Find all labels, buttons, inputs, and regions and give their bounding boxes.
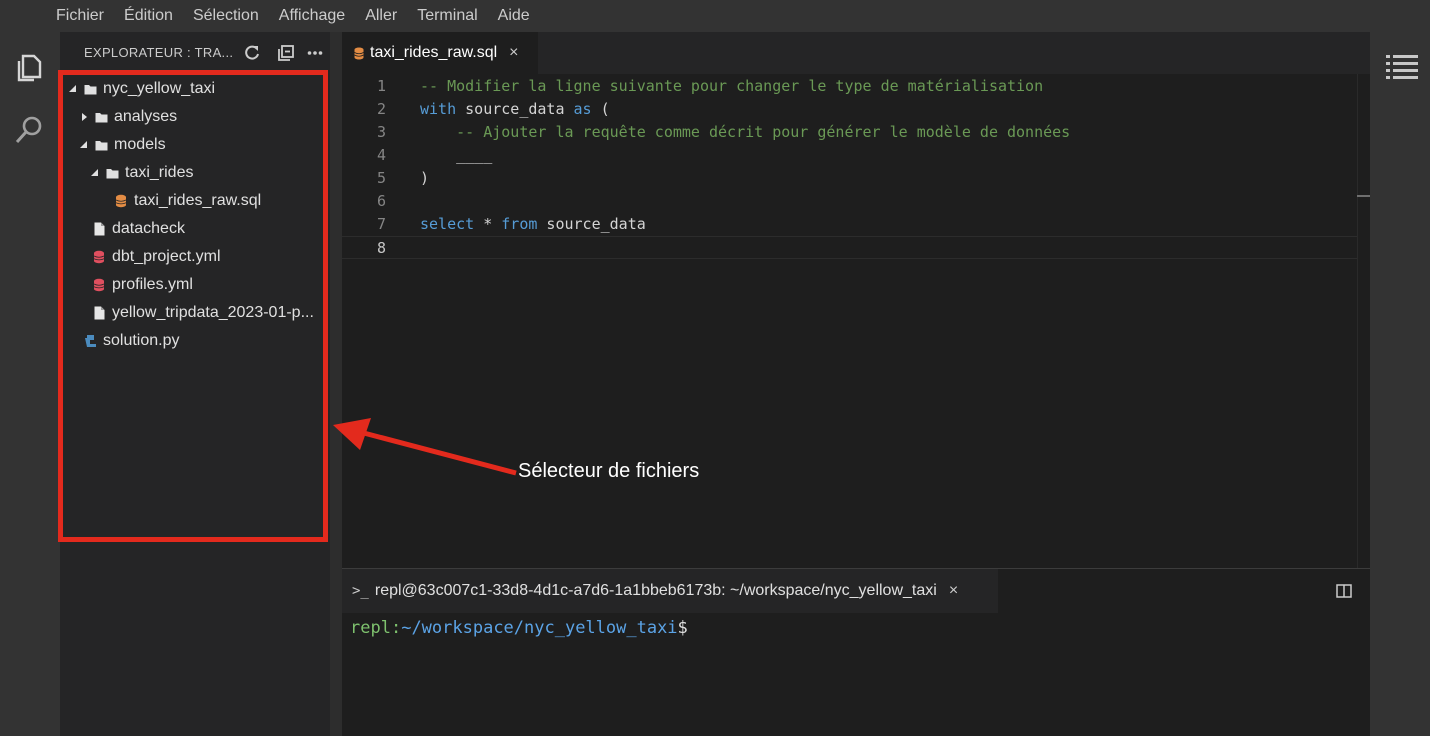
code-line[interactable]: 7 select * from source_data [342, 213, 1357, 236]
tab-label: taxi_rides_raw.sql [370, 44, 498, 61]
database-icon [354, 47, 364, 59]
editor-group: taxi_rides_raw.sql × 1 -- Modifier la lig… [342, 32, 1370, 568]
terminal-tab[interactable]: >_ repl@63c007c1-33d8-4d1c-a7d6-1a1bbeb6… [342, 569, 998, 613]
file-picker-highlight [58, 70, 328, 542]
line-number: 5 [376, 169, 386, 187]
code-token: -- Ajouter la requête comme décrit pour … [420, 123, 1071, 141]
annotation-label: Sélecteur de fichiers [518, 460, 700, 482]
code-area[interactable]: 1 -- Modifier la ligne suivante pour chan… [342, 75, 1357, 259]
code-token: ( [591, 100, 610, 118]
menu-item[interactable]: Terminal [407, 0, 487, 32]
code-token: source_data [456, 100, 574, 118]
code-token: as [573, 100, 592, 118]
editor-tab-bar: taxi_rides_raw.sql × [342, 32, 1370, 74]
menu-item[interactable]: Fichier [46, 0, 114, 32]
menu-item[interactable]: Aide [488, 0, 540, 32]
menu-item[interactable]: Édition [114, 0, 183, 32]
code-line[interactable]: 3 -- Ajouter la requête comme décrit pou… [342, 121, 1357, 144]
code-line[interactable]: 6 [342, 190, 1357, 213]
code-line[interactable]: 5) [342, 167, 1357, 190]
code-line[interactable]: 1 -- Modifier la ligne suivante pour chan… [342, 75, 1357, 98]
code-token: from [501, 215, 538, 233]
line-text: -- Modifier la ligne suivante pour chang… [420, 75, 1043, 98]
line-text: ) [420, 167, 429, 190]
ide-window: Fichier Édition Sélection Affichage Aller Ter… [0, 0, 1430, 736]
split-panel-icon[interactable] [1336, 583, 1352, 599]
terminal-panel: >_ repl@63c007c1-33d8-4d1c-a7d6-1a1bbeb6… [342, 568, 1370, 736]
prompt-user: repl [350, 618, 391, 638]
right-panel-strip [1370, 32, 1430, 736]
code-token: * [474, 215, 502, 233]
line-text: select * from source_data [420, 213, 646, 236]
menu-item[interactable]: Sélection [183, 0, 269, 32]
terminal-tab-title: repl@63c007c1-33d8-4d1c-a7d6-1a1bbeb6173… [374, 582, 937, 599]
explorer-title: EXPLORATEUR : TRA... [84, 44, 234, 60]
code-token: -- Modifier la ligne suivante pour chang… [420, 77, 1044, 95]
line-text: with source_data as ( [420, 98, 610, 121]
line-number: 4 [376, 146, 386, 164]
code-line[interactable]: 2 with source_data as ( [342, 98, 1357, 121]
menu-item[interactable]: Affichage [269, 0, 355, 32]
sidebar-resize-handle[interactable] [330, 32, 342, 736]
terminal-icon: >_ [352, 583, 369, 599]
tab-taxi-rides-raw-sql[interactable]: taxi_rides_raw.sql × [342, 32, 538, 74]
line-text: ____ [420, 144, 492, 167]
code-token: source_data [537, 215, 646, 233]
code-line[interactable]: 4 ____ [342, 144, 1357, 167]
line-text: -- Ajouter la requête comme décrit pour … [420, 121, 1070, 144]
menu-bar: Fichier Édition Sélection Affichage Aller Ter… [0, 0, 1430, 32]
line-number: 8 [376, 239, 386, 257]
tab-close-button[interactable]: × [509, 44, 518, 62]
prompt-path: ~/workspace/nyc_yellow_taxi [401, 618, 678, 638]
menu-item[interactable]: Aller [355, 0, 407, 32]
code-line[interactable]: 8 [342, 236, 1357, 259]
outline-list-icon[interactable] [1386, 54, 1418, 80]
code-token: ) [420, 169, 430, 187]
activity-bar [0, 32, 60, 736]
refresh-icon[interactable] [243, 44, 261, 62]
search-icon[interactable] [13, 114, 45, 146]
prompt-colon: : [390, 618, 402, 638]
line-number: 1 [376, 77, 386, 95]
line-number: 7 [376, 215, 386, 233]
terminal-prompt[interactable]: repl:~/workspace/nyc_yellow_taxi$ [350, 617, 688, 639]
code-token: with [420, 100, 457, 118]
line-number: 6 [376, 192, 386, 210]
collapse-all-icon[interactable] [277, 44, 295, 62]
line-number: 2 [376, 100, 386, 118]
scrollbar-thumb[interactable] [1357, 195, 1370, 197]
more-icon[interactable] [306, 44, 324, 62]
code-token: select [420, 215, 475, 233]
annotation-arrow [333, 418, 517, 476]
prompt-symbol: $ [677, 618, 688, 638]
line-number: 3 [376, 123, 386, 141]
terminal-close-button[interactable]: × [949, 582, 958, 600]
code-token: ____ [420, 146, 493, 164]
editor-scrollbar[interactable] [1357, 74, 1370, 568]
files-icon[interactable] [13, 52, 45, 84]
